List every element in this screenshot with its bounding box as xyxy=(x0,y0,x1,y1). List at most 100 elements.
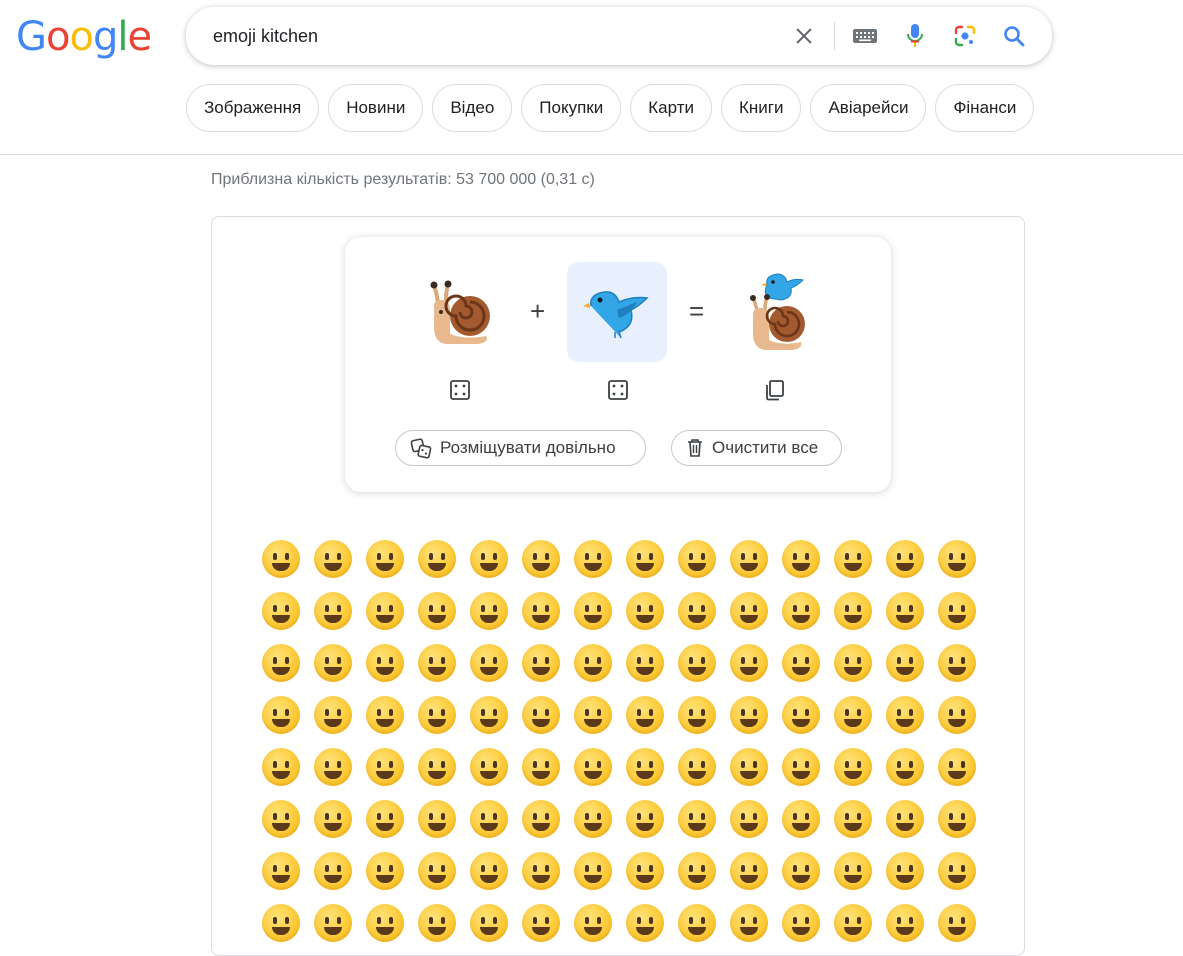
emoji-option[interactable] xyxy=(879,585,931,637)
result-emoji-slot[interactable] xyxy=(725,262,825,362)
randomize-right-dice-icon[interactable] xyxy=(605,377,631,403)
emoji-option[interactable] xyxy=(359,533,411,585)
emoji-option[interactable] xyxy=(619,533,671,585)
emoji-option[interactable] xyxy=(255,897,307,949)
chip-books[interactable]: Книги xyxy=(720,84,802,132)
emoji-option[interactable] xyxy=(411,585,463,637)
emoji-option[interactable] xyxy=(567,793,619,845)
search-icon[interactable] xyxy=(1000,22,1028,50)
emoji-option[interactable] xyxy=(827,689,879,741)
emoji-option[interactable] xyxy=(775,585,827,637)
lens-icon[interactable] xyxy=(951,22,979,50)
emoji-option[interactable] xyxy=(411,689,463,741)
emoji-option[interactable] xyxy=(463,533,515,585)
emoji-option[interactable] xyxy=(255,637,307,689)
emoji-option[interactable] xyxy=(567,689,619,741)
emoji-option[interactable] xyxy=(723,741,775,793)
emoji-option[interactable] xyxy=(775,689,827,741)
emoji-option[interactable] xyxy=(515,741,567,793)
emoji-option[interactable] xyxy=(775,533,827,585)
emoji-option[interactable] xyxy=(879,533,931,585)
emoji-option[interactable] xyxy=(255,533,307,585)
emoji-option[interactable] xyxy=(931,845,983,897)
emoji-option[interactable] xyxy=(619,689,671,741)
emoji-option[interactable] xyxy=(775,845,827,897)
emoji-option[interactable] xyxy=(671,585,723,637)
chip-flights[interactable]: Авіарейси xyxy=(810,84,927,132)
emoji-option[interactable] xyxy=(879,793,931,845)
emoji-option[interactable] xyxy=(671,793,723,845)
emoji-option[interactable] xyxy=(671,689,723,741)
emoji-option[interactable] xyxy=(255,585,307,637)
emoji-option[interactable] xyxy=(723,845,775,897)
clear-all-button[interactable]: Очистити все xyxy=(671,430,842,466)
emoji-option[interactable] xyxy=(255,845,307,897)
emoji-option[interactable] xyxy=(775,793,827,845)
emoji-option[interactable] xyxy=(255,741,307,793)
emoji-option[interactable] xyxy=(723,533,775,585)
emoji-option[interactable] xyxy=(671,637,723,689)
emoji-option[interactable] xyxy=(463,897,515,949)
emoji-option[interactable] xyxy=(619,793,671,845)
emoji-option[interactable] xyxy=(463,585,515,637)
emoji-option[interactable] xyxy=(515,793,567,845)
emoji-option[interactable] xyxy=(567,897,619,949)
emoji-option[interactable] xyxy=(619,897,671,949)
google-logo[interactable]: Google xyxy=(16,14,152,60)
emoji-option[interactable] xyxy=(775,897,827,949)
emoji-option[interactable] xyxy=(307,533,359,585)
chip-images[interactable]: Зображення xyxy=(186,84,320,132)
emoji-option[interactable] xyxy=(359,741,411,793)
emoji-option[interactable] xyxy=(723,637,775,689)
emoji-option[interactable] xyxy=(723,793,775,845)
emoji-option[interactable] xyxy=(723,585,775,637)
emoji-option[interactable] xyxy=(463,845,515,897)
emoji-option[interactable] xyxy=(515,585,567,637)
emoji-option[interactable] xyxy=(307,637,359,689)
emoji-option[interactable] xyxy=(359,897,411,949)
emoji-option[interactable] xyxy=(879,689,931,741)
emoji-option[interactable] xyxy=(931,585,983,637)
emoji-option[interactable] xyxy=(931,689,983,741)
emoji-option[interactable] xyxy=(359,793,411,845)
chip-shopping[interactable]: Покупки xyxy=(521,84,622,132)
emoji-option[interactable] xyxy=(619,585,671,637)
emoji-option[interactable] xyxy=(359,585,411,637)
emoji-option[interactable] xyxy=(307,897,359,949)
emoji-option[interactable] xyxy=(411,845,463,897)
emoji-option[interactable] xyxy=(307,689,359,741)
chip-news[interactable]: Новини xyxy=(328,84,424,132)
emoji-option[interactable] xyxy=(931,637,983,689)
emoji-option[interactable] xyxy=(879,637,931,689)
emoji-option[interactable] xyxy=(931,741,983,793)
emoji-option[interactable] xyxy=(307,741,359,793)
emoji-option[interactable] xyxy=(827,845,879,897)
keyboard-icon[interactable] xyxy=(851,22,879,50)
emoji-option[interactable] xyxy=(671,533,723,585)
emoji-option[interactable] xyxy=(619,637,671,689)
emoji-option[interactable] xyxy=(931,897,983,949)
emoji-option[interactable] xyxy=(827,637,879,689)
emoji-option[interactable] xyxy=(463,793,515,845)
emoji-option[interactable] xyxy=(463,741,515,793)
emoji-option[interactable] xyxy=(307,585,359,637)
search-input[interactable] xyxy=(213,24,753,48)
randomize-left-dice-icon[interactable] xyxy=(447,377,473,403)
emoji-option[interactable] xyxy=(359,637,411,689)
emoji-option[interactable] xyxy=(567,845,619,897)
emoji-option[interactable] xyxy=(307,793,359,845)
emoji-option[interactable] xyxy=(515,689,567,741)
emoji-option[interactable] xyxy=(931,793,983,845)
emoji-option[interactable] xyxy=(307,845,359,897)
randomize-button[interactable]: Розміщувати довільно xyxy=(395,430,646,466)
emoji-option[interactable] xyxy=(515,897,567,949)
emoji-option[interactable] xyxy=(515,637,567,689)
emoji-option[interactable] xyxy=(723,897,775,949)
emoji-option[interactable] xyxy=(723,689,775,741)
emoji-option[interactable] xyxy=(775,637,827,689)
emoji-option[interactable] xyxy=(619,845,671,897)
emoji-option[interactable] xyxy=(255,689,307,741)
chip-video[interactable]: Відео xyxy=(432,84,513,132)
chip-maps[interactable]: Карти xyxy=(630,84,712,132)
emoji-option[interactable] xyxy=(827,793,879,845)
